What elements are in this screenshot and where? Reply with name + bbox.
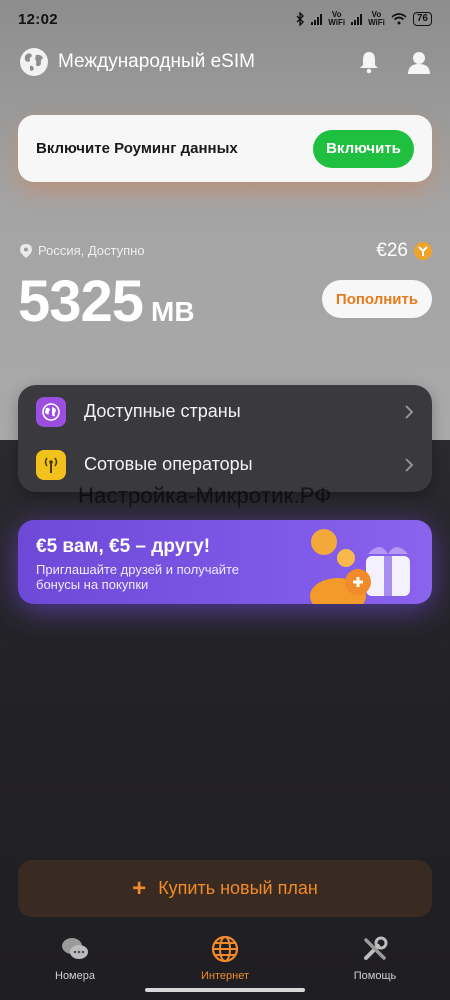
data-value: 5325 <box>18 269 144 334</box>
gift-coins-illustration <box>310 529 410 604</box>
app-header: Международный eSIM <box>0 42 450 82</box>
location-text: Россия, Доступно <box>38 243 145 258</box>
home-indicator[interactable] <box>145 988 305 992</box>
globe-icon <box>211 935 239 963</box>
nav-internet[interactable]: Интернет <box>155 928 295 990</box>
coin-icon <box>414 242 432 260</box>
nav-help[interactable]: Помощь <box>305 928 445 990</box>
app-title: Международный eSIM <box>58 51 255 72</box>
data-balance: 5325 MB <box>18 268 195 335</box>
menu-label: Сотовые операторы <box>84 454 253 474</box>
antenna-icon <box>36 449 66 480</box>
enable-roaming-button[interactable]: Включить <box>313 129 414 168</box>
roaming-card: Включите Роуминг данных Включить <box>18 115 432 182</box>
promo-title: €5 вам, €5 – другу! <box>36 536 211 557</box>
nav-numbers[interactable]: Номера <box>5 928 145 990</box>
location-status: Россия, Доступно <box>20 243 145 258</box>
nav-label: Интернет <box>201 970 249 982</box>
roaming-text: Включите Роуминг данных <box>36 140 238 157</box>
price-value: €26 <box>376 240 408 261</box>
buy-new-plan-button[interactable]: + Купить новый план <box>18 860 432 917</box>
vowifi-icon: Vo WiFi <box>368 10 385 27</box>
buy-label: Купить новый план <box>158 878 318 898</box>
chevron-right-icon <box>405 404 414 419</box>
chat-icon <box>62 938 88 959</box>
signal-icon <box>351 13 363 25</box>
referral-promo-banner[interactable]: €5 вам, €5 – другу! Приглашайте друзей и… <box>18 520 432 604</box>
signal-icon <box>311 13 323 25</box>
location-pin-icon <box>20 243 32 258</box>
bluetooth-icon <box>296 12 305 26</box>
status-time: 12:02 <box>18 10 58 28</box>
menu-label: Доступные страны <box>84 401 241 421</box>
topup-button[interactable]: Пополнить <box>322 280 432 318</box>
data-unit: MB <box>151 296 195 327</box>
chevron-right-icon <box>405 457 414 472</box>
wifi-icon <box>391 13 407 25</box>
promo-subtitle: Приглашайте друзей и получайте бонусы на… <box>36 562 240 592</box>
status-icons: Vo WiFi Vo WiFi 76 <box>295 11 432 27</box>
user-icon[interactable] <box>406 49 432 75</box>
vowifi-icon: Vo WiFi <box>328 10 346 27</box>
battery-indicator: 76 <box>412 12 432 26</box>
balance-price: €26 <box>376 240 432 262</box>
nav-label: Помощь <box>353 970 397 982</box>
globe-icon <box>20 48 48 76</box>
bottom-navigation: Номера Интернет Помощь <box>0 928 450 990</box>
nav-label: Номера <box>55 970 95 982</box>
menu-card: Доступные страны Сотовые операторы <box>18 385 432 492</box>
status-bar: 12:02 Vo WiFi Vo WiFi 76 <box>0 0 450 38</box>
watermark-text: Настройка-Микротик.РФ <box>78 483 332 508</box>
menu-item-available-countries[interactable]: Доступные страны <box>18 385 432 438</box>
tools-icon <box>364 936 388 960</box>
plus-icon: + <box>132 874 147 902</box>
bell-icon[interactable] <box>356 49 382 75</box>
globe-icon <box>36 396 66 427</box>
